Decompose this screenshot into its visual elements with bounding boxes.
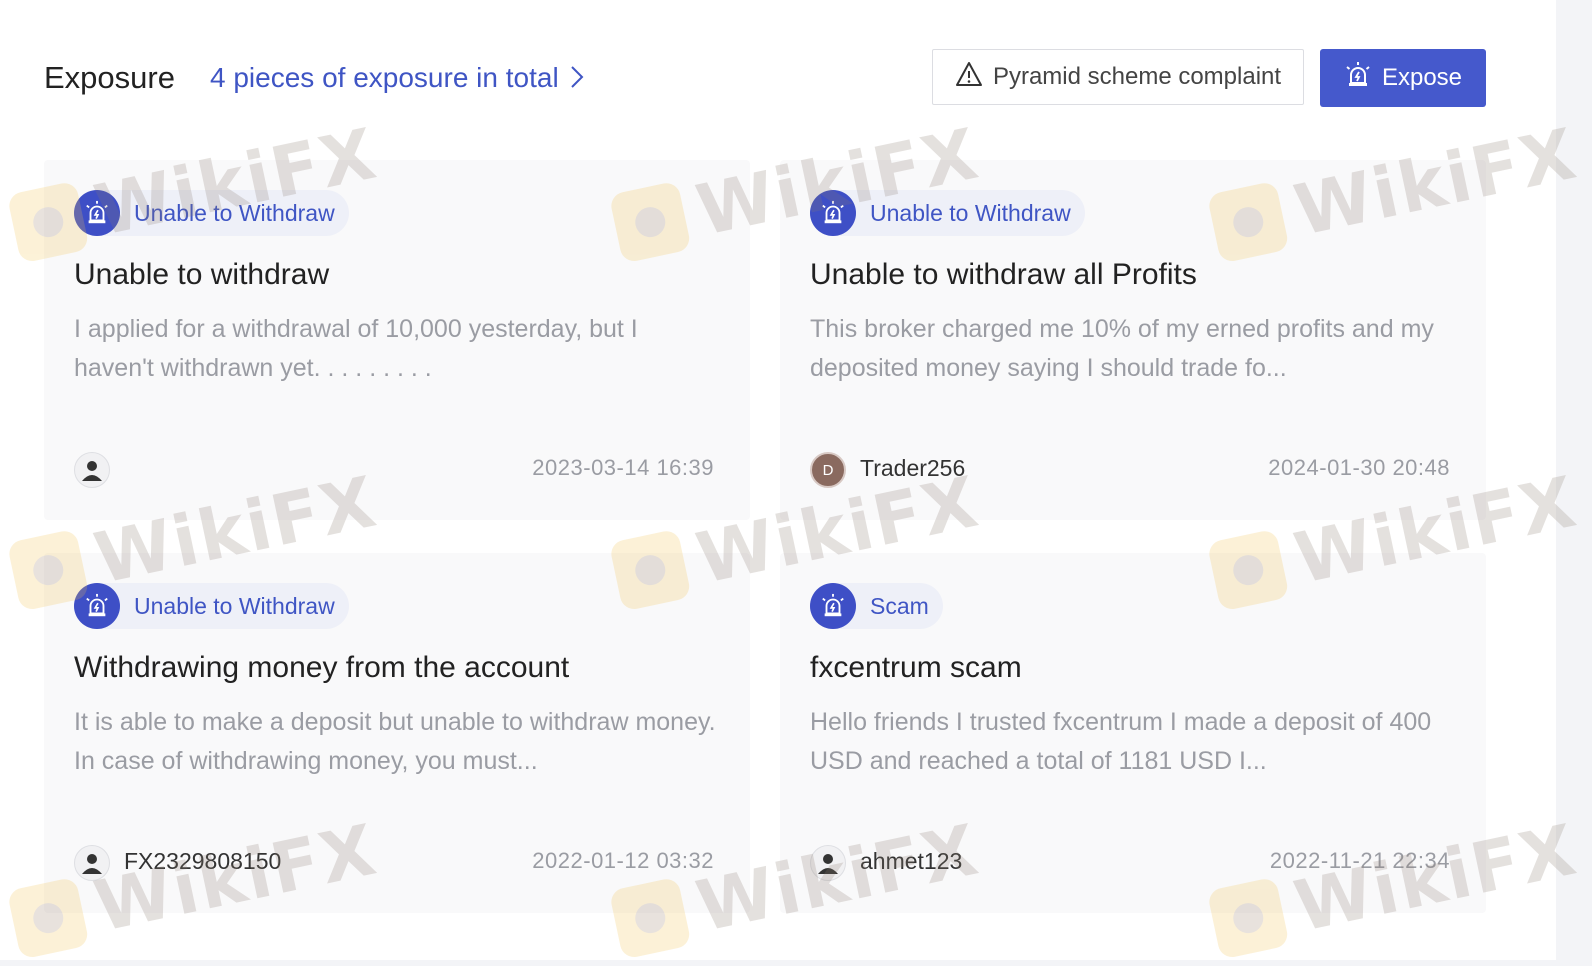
category-tag-label: Unable to Withdraw [870,199,1071,226]
author-name[interactable]: ahmet123 [860,848,962,875]
expose-button[interactable]: Expose [1320,49,1486,107]
chevron-right-icon [570,64,584,96]
card-title[interactable]: Unable to withdraw [74,258,329,292]
alarm-icon [74,583,120,629]
author-name[interactable]: FX2329808150 [124,848,281,875]
category-tag: Unable to Withdraw [810,190,1085,236]
pyramid-complaint-button[interactable]: Pyramid scheme complaint [932,49,1304,105]
alarm-icon [810,190,856,236]
post-date: 2022-11-21 22:34 [1269,848,1450,873]
exposure-card[interactable]: Unable to Withdraw Unable to withdraw I … [44,160,750,520]
avatar[interactable] [74,845,110,881]
card-excerpt: This broker charged me 10% of my erned p… [810,315,1434,382]
card-title[interactable]: fxcentrum scam [810,651,1022,685]
exposure-header: Exposure 4 pieces of exposure in total P… [44,44,1486,108]
card-title[interactable]: Unable to withdraw all Profits [810,258,1197,292]
section-title: Exposure [44,60,175,95]
alarm-icon [810,583,856,629]
post-date: 2024-01-30 20:48 [1268,455,1450,480]
category-tag: Unable to Withdraw [74,190,349,236]
post-date: 2023-03-14 16:39 [532,455,714,480]
card-title[interactable]: Withdrawing money from the account [74,651,569,685]
category-tag: Scam [810,583,943,629]
category-tag: Unable to Withdraw [74,583,349,629]
card-footer: FX2329808150 2022-01-12 03:32 [74,845,714,883]
post-date: 2022-01-12 03:32 [532,848,714,873]
category-tag-label: Unable to Withdraw [134,592,335,619]
alarm-icon [1344,61,1372,96]
exposure-panel: Exposure 4 pieces of exposure in total P… [0,0,1584,960]
author-name[interactable]: Trader256 [860,455,965,482]
card-footer: ahmet123 2022-11-21 22:34 [810,845,1450,883]
exposure-count-text: 4 pieces of exposure in total [210,62,559,93]
exposure-count-link[interactable]: 4 pieces of exposure in total [210,62,584,96]
category-tag-label: Scam [870,592,929,619]
warning-icon [955,61,983,94]
card-excerpt: Hello friends I trusted fxcentrum I made… [810,708,1432,775]
card-excerpt: It is able to make a deposit but unable … [74,708,716,775]
avatar[interactable]: D [810,452,846,488]
card-footer: 2023-03-14 16:39 [74,452,714,490]
expose-button-label: Expose [1381,64,1463,91]
avatar[interactable] [74,452,110,488]
alarm-icon [74,190,120,236]
exposure-card[interactable]: Unable to Withdraw Unable to withdraw al… [780,160,1486,520]
exposure-card[interactable]: Scam fxcentrum scam Hello friends I trus… [780,553,1486,913]
exposure-card[interactable]: Unable to Withdraw Withdrawing money fro… [44,553,750,913]
card-excerpt: I applied for a withdrawal of 10,000 yes… [74,315,638,382]
card-footer: D Trader256 2024-01-30 20:48 [810,452,1450,490]
category-tag-label: Unable to Withdraw [134,199,335,226]
avatar[interactable] [810,845,846,881]
pyramid-complaint-label: Pyramid scheme complaint [992,63,1282,90]
